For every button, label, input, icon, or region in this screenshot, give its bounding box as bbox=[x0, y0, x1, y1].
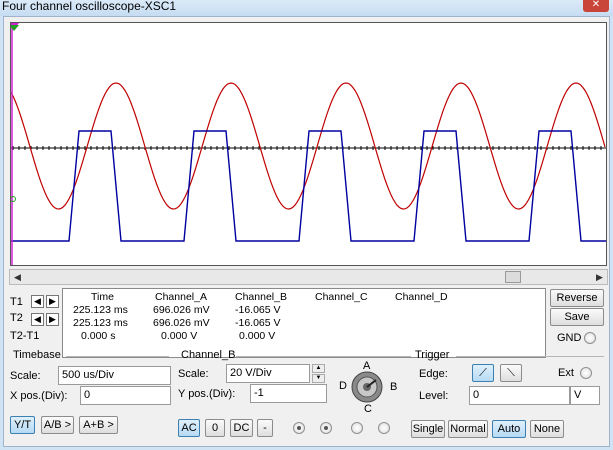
oscilloscope-screen bbox=[10, 22, 607, 266]
t1-left-arrow-icon[interactable]: ◀ bbox=[31, 295, 44, 308]
auto-button[interactable]: Auto bbox=[492, 420, 526, 438]
scrollbar-thumb[interactable] bbox=[505, 271, 521, 283]
coupling-zero-button[interactable]: 0 bbox=[205, 419, 225, 437]
timebase-scale-label: Scale: bbox=[10, 370, 41, 382]
channel-terminal-1[interactable] bbox=[293, 422, 305, 434]
header-channel-b: Channel_B bbox=[235, 291, 287, 303]
cursor-readout-table: Time Channel_A Channel_B Channel_C Chann… bbox=[62, 288, 546, 358]
scale-up-icon[interactable]: ▲ bbox=[312, 364, 325, 373]
oscilloscope-panel: ◀ ▶ T1 ◀ ▶ T2 ◀ ▶ T2-T1 Time Channel_A C… bbox=[3, 16, 610, 447]
timebase-scale-field[interactable]: 500 us/Div bbox=[58, 366, 171, 385]
save-button[interactable]: Save bbox=[550, 308, 604, 326]
channel-terminal-3[interactable] bbox=[351, 422, 363, 434]
gnd-label: GND bbox=[557, 332, 582, 344]
ext-terminal[interactable] bbox=[580, 367, 592, 379]
x-position-label: X pos.(Div): bbox=[10, 390, 68, 402]
header-channel-a: Channel_A bbox=[155, 291, 207, 303]
normal-button[interactable]: Normal bbox=[448, 420, 488, 438]
reverse-button[interactable]: Reverse bbox=[550, 289, 604, 307]
x-position-field[interactable]: 0 bbox=[80, 386, 171, 405]
t2-left-arrow-icon[interactable]: ◀ bbox=[31, 313, 44, 326]
y-position-label: Y pos.(Div): bbox=[178, 388, 236, 400]
falling-edge-icon[interactable]: ⟍ bbox=[500, 364, 522, 382]
mode-yt-button[interactable]: Y/T bbox=[10, 416, 35, 434]
trigger-level-field[interactable]: 0 bbox=[469, 386, 570, 405]
header-channel-d: Channel_D bbox=[395, 291, 448, 303]
time-scrollbar[interactable]: ◀ ▶ bbox=[9, 269, 608, 285]
trigger-level-unit[interactable]: V bbox=[570, 386, 600, 405]
channel-divider bbox=[236, 356, 411, 357]
channel-scale-field[interactable]: 20 V/Div bbox=[226, 364, 310, 383]
t1-time: 225.123 ms bbox=[73, 304, 128, 316]
t2-right-arrow-icon[interactable]: ▶ bbox=[46, 313, 59, 326]
t2-channel-b: -16.065 V bbox=[235, 317, 281, 329]
timebase-divider bbox=[66, 356, 169, 357]
cursor-t1-label: T1 bbox=[10, 296, 23, 308]
delta-time: 0.000 s bbox=[81, 330, 116, 342]
delta-channel-b: 0.000 V bbox=[239, 330, 276, 342]
timebase-title: Timebase bbox=[13, 349, 61, 361]
invert-button[interactable]: - bbox=[257, 419, 273, 437]
scroll-left-icon[interactable]: ◀ bbox=[10, 270, 25, 284]
t1-right-arrow-icon[interactable]: ▶ bbox=[46, 295, 59, 308]
none-button[interactable]: None bbox=[530, 420, 564, 438]
t2-channel-a: 696.026 mV bbox=[153, 317, 210, 329]
channel-terminal-4[interactable] bbox=[378, 422, 390, 434]
coupling-dc-button[interactable]: DC bbox=[230, 419, 253, 437]
gnd-terminal[interactable] bbox=[584, 332, 596, 344]
trigger-divider bbox=[456, 356, 604, 357]
waveform-display bbox=[11, 23, 606, 265]
channel-terminal-2[interactable] bbox=[320, 422, 332, 434]
edge-label: Edge: bbox=[419, 368, 448, 380]
header-time: Time bbox=[91, 291, 114, 303]
delta-channel-a: 0.000 V bbox=[161, 330, 198, 342]
level-label: Level: bbox=[419, 390, 449, 402]
scroll-right-icon[interactable]: ▶ bbox=[592, 270, 607, 284]
knob-label-d: D bbox=[339, 380, 347, 392]
channel-scale-label: Scale: bbox=[178, 368, 209, 380]
close-button[interactable]: ✕ bbox=[583, 0, 609, 12]
knob-label-c: C bbox=[364, 403, 372, 415]
ext-label: Ext bbox=[558, 367, 574, 379]
header-channel-c: Channel_C bbox=[315, 291, 368, 303]
scale-down-icon[interactable]: ▼ bbox=[312, 374, 325, 383]
t2-time: 225.123 ms bbox=[73, 317, 128, 329]
channel-title: Channel_B bbox=[181, 349, 236, 361]
knob-label-b: B bbox=[390, 381, 398, 393]
coupling-ac-button[interactable]: AC bbox=[178, 419, 200, 437]
single-button[interactable]: Single bbox=[411, 420, 445, 438]
mode-ab-button[interactable]: A/B > bbox=[41, 416, 74, 434]
trigger-title: Trigger bbox=[415, 349, 450, 361]
y-position-field[interactable]: -1 bbox=[250, 384, 327, 403]
t1-channel-b: -16.065 V bbox=[235, 304, 281, 316]
title-bar: Four channel oscilloscope-XSC1 ✕ bbox=[0, 0, 613, 16]
mode-a-plus-b-button[interactable]: A+B > bbox=[79, 416, 118, 434]
rising-edge-icon[interactable]: ⟋ bbox=[472, 364, 494, 382]
channel-selector-knob-icon[interactable] bbox=[349, 370, 385, 404]
delta-label: T2-T1 bbox=[10, 330, 40, 342]
t1-channel-a: 696.026 mV bbox=[153, 304, 210, 316]
cursor-t2-label: T2 bbox=[10, 312, 23, 324]
window-title: Four channel oscilloscope-XSC1 bbox=[2, 0, 177, 13]
